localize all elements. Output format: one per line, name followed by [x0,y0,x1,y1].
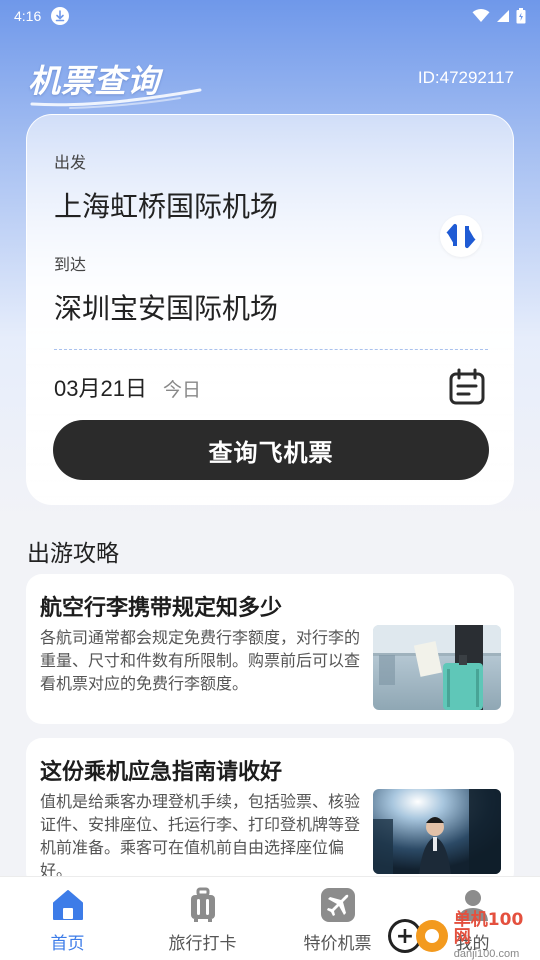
nav-label-travel-checkin: 旅行打卡 [168,934,237,954]
arrival-airport[interactable]: 深圳宝安国际机场 [54,287,278,327]
guide-thumbnail-luggage [373,625,501,710]
guide-card-emergency[interactable]: 这份乘机应急指南请收好 值机是给乘客办理登机手续，包括验票、核验证件、安排座位、… [26,738,514,888]
departure-label: 出发 [54,153,87,172]
guide-card-baggage[interactable]: 航空行李携带规定知多少 各航司通常都会规定免费行李额度，对行李的重量、尺寸和件数… [26,574,514,724]
guide-title: 这份乘机应急指南请收好 [40,760,283,785]
signal-icon [497,10,509,22]
guide-summary: 值机是给乘客办理登机手续，包括验票、核验证件、安排座位、托运行李、打印登机牌等登… [40,792,361,880]
home-icon [52,890,83,920]
divider [54,349,488,350]
status-icons [472,8,526,24]
status-bar: 4:16 [0,0,540,32]
departure-airport[interactable]: 上海虹桥国际机场 [54,185,278,225]
guide-thumbnail-crew [373,789,501,874]
guide-title: 航空行李携带规定知多少 [40,596,283,621]
app-header: 机票查询 ID:47292117 [0,50,540,109]
guide-summary: 各航司通常都会规定免费行李额度，对行李的重量、尺寸和件数有所限制。购票前后可以查… [40,628,361,693]
site-watermark: + 单机100网 danji100.com [388,912,540,960]
watermark-url: danji100.com [453,948,520,960]
nav-home[interactable]: 首页 [0,877,135,960]
user-id: ID:47292117 [417,68,514,87]
nav-label-special-tickets: 特价机票 [303,934,372,954]
plane-icon [320,888,355,922]
nav-travel-checkin[interactable]: 旅行打卡 [135,877,270,960]
watermark-text: 单机100网 [453,910,524,947]
title-swoosh-decoration [30,88,202,109]
suitcase-icon [190,887,215,922]
calendar-icon [449,368,485,405]
swap-icon [446,224,476,248]
calendar-button[interactable] [447,367,487,407]
search-flights-button[interactable]: 查询飞机票 [53,420,489,480]
battery-icon [516,8,526,24]
nav-special-tickets[interactable]: 特价机票 [270,877,405,960]
arrival-label: 到达 [54,255,87,274]
wifi-icon [472,9,490,22]
departure-date[interactable]: 03月21日 [54,371,147,403]
download-icon [51,7,70,25]
nav-label-home: 首页 [50,934,85,954]
flight-search-card: 出发 上海虹桥国际机场 到达 深圳宝安国际机场 03月21日 今日 查询飞机票 [26,114,514,505]
travel-guide-section-title: 出游攻略 [27,541,119,567]
date-hint: 今日 [163,379,202,401]
watermark-ring-icon [415,920,448,952]
status-time: 4:16 [14,8,42,24]
swap-airports-button[interactable] [440,215,482,257]
